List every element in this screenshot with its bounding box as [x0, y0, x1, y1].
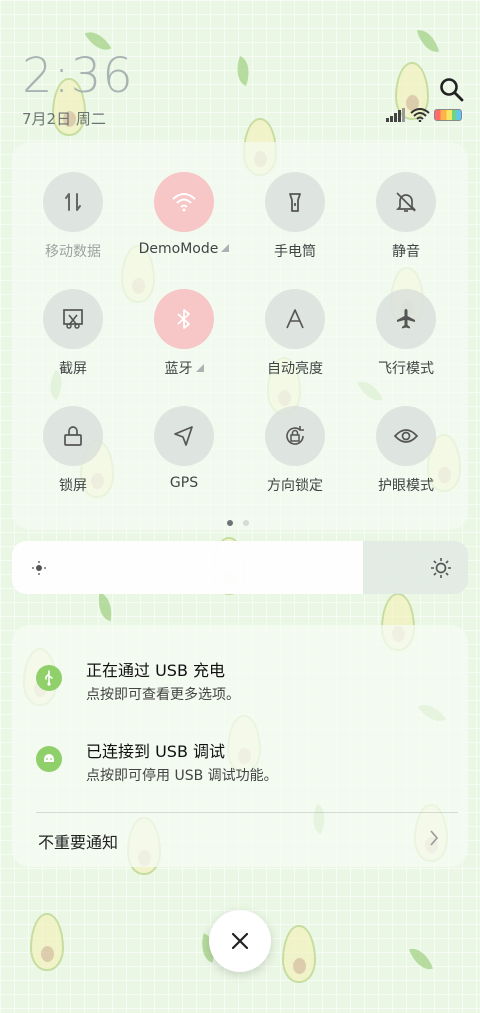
unimportant-notifications-label[interactable]: 不重要通知 — [38, 829, 118, 853]
signal-icon — [386, 108, 405, 122]
tile-wifi[interactable]: DemoMode — [134, 172, 234, 257]
tile-label: 护眼模式 — [378, 478, 434, 494]
wifi-status-icon — [410, 108, 430, 122]
expand-menu-icon — [195, 364, 204, 372]
tile-lock-screen[interactable]: 锁屏 — [23, 406, 123, 495]
notification-title: 已连接到 USB 调试 — [86, 742, 226, 761]
battery-icon — [434, 109, 462, 121]
tile-label: 方向锁定 — [267, 478, 323, 494]
tile-label: DemoMode — [138, 241, 219, 257]
notification-subtitle: 点按即可停用 USB 调试功能。 — [86, 768, 278, 784]
android-debug-icon — [36, 746, 62, 772]
page-dot-active — [227, 520, 233, 526]
tile-screenshot[interactable]: 截屏 — [23, 289, 123, 378]
close-icon — [231, 932, 249, 950]
tile-label-row: 蓝牙 — [134, 358, 234, 378]
brightness-slider[interactable] — [12, 541, 468, 594]
tile-gps[interactable]: GPS — [134, 406, 234, 491]
tile-auto-brightness[interactable]: 自动亮度 — [245, 289, 345, 378]
page-dot — [243, 520, 249, 526]
tile-label: 自动亮度 — [267, 361, 323, 377]
clock: 2:36 — [22, 48, 134, 104]
search-icon[interactable] — [438, 76, 466, 104]
tile-label: 飞行模式 — [378, 361, 434, 377]
tile-eye-care[interactable]: 护眼模式 — [356, 406, 456, 495]
tile-rotation-lock[interactable]: 方向锁定 — [245, 406, 345, 495]
tile-airplane[interactable]: 飞行模式 — [356, 289, 456, 378]
airplane-icon[interactable] — [376, 289, 436, 349]
wifi-icon[interactable] — [154, 172, 214, 232]
tile-label: 蓝牙 — [164, 361, 193, 377]
auto-brightness-icon[interactable] — [265, 289, 325, 349]
tile-label: 截屏 — [59, 361, 87, 377]
tile-label: GPS — [169, 475, 199, 491]
brightness-fill — [12, 541, 364, 594]
expand-menu-icon — [221, 244, 230, 252]
tile-label: 静音 — [392, 244, 420, 260]
brightness-high-icon — [431, 557, 451, 578]
notification-usb-charging[interactable]: 正在通过 USB 充电 点按即可查看更多选项。 — [12, 655, 468, 715]
tile-label: 手电筒 — [274, 244, 316, 260]
date: 7月2日 周二 — [22, 110, 106, 128]
leaf-decoration — [231, 56, 255, 86]
screenshot-icon[interactable] — [43, 289, 103, 349]
tile-label-row: DemoMode — [134, 241, 234, 257]
tile-flashlight[interactable]: 手电筒 — [245, 172, 345, 261]
avocado-decoration — [282, 925, 316, 983]
rotation-lock-icon[interactable] — [265, 406, 325, 466]
notification-panel: 正在通过 USB 充电 点按即可查看更多选项。 已连接到 USB 调试 点按即可… — [12, 625, 468, 867]
notification-subtitle: 点按即可查看更多选项。 — [86, 687, 240, 703]
eye-icon[interactable] — [376, 406, 436, 466]
tile-label: 移动数据 — [45, 244, 101, 260]
bluetooth-icon[interactable] — [154, 289, 214, 349]
notification-usb-debug[interactable]: 已连接到 USB 调试 点按即可停用 USB 调试功能。 — [12, 736, 468, 796]
chevron-right-icon[interactable] — [427, 828, 441, 848]
leaf-decoration — [409, 944, 433, 974]
notification-title: 正在通过 USB 充电 — [86, 661, 226, 680]
bell-off-icon[interactable] — [376, 172, 436, 232]
leaf-decoration — [416, 26, 440, 56]
page-indicator — [227, 520, 249, 526]
avocado-decoration — [30, 913, 64, 971]
tile-mute[interactable]: 静音 — [356, 172, 456, 261]
flashlight-icon[interactable] — [265, 172, 325, 232]
brightness-low-icon — [32, 560, 46, 575]
location-arrow-icon[interactable] — [154, 406, 214, 466]
divider — [36, 812, 458, 813]
tile-mobile-data[interactable]: 移动数据 — [23, 172, 123, 261]
lock-icon[interactable] — [43, 406, 103, 466]
quick-settings-panel: 移动数据 DemoMode 手电筒 静音 截屏 蓝牙 自动亮度 飞行模式 锁屏 … — [12, 142, 468, 530]
tile-label: 锁屏 — [59, 478, 87, 494]
close-button[interactable] — [209, 910, 271, 972]
mobile-data-icon[interactable] — [43, 172, 103, 232]
leaf-decoration — [94, 592, 116, 622]
status-icons — [386, 108, 462, 122]
usb-icon — [36, 665, 62, 691]
tile-bluetooth[interactable]: 蓝牙 — [134, 289, 234, 378]
